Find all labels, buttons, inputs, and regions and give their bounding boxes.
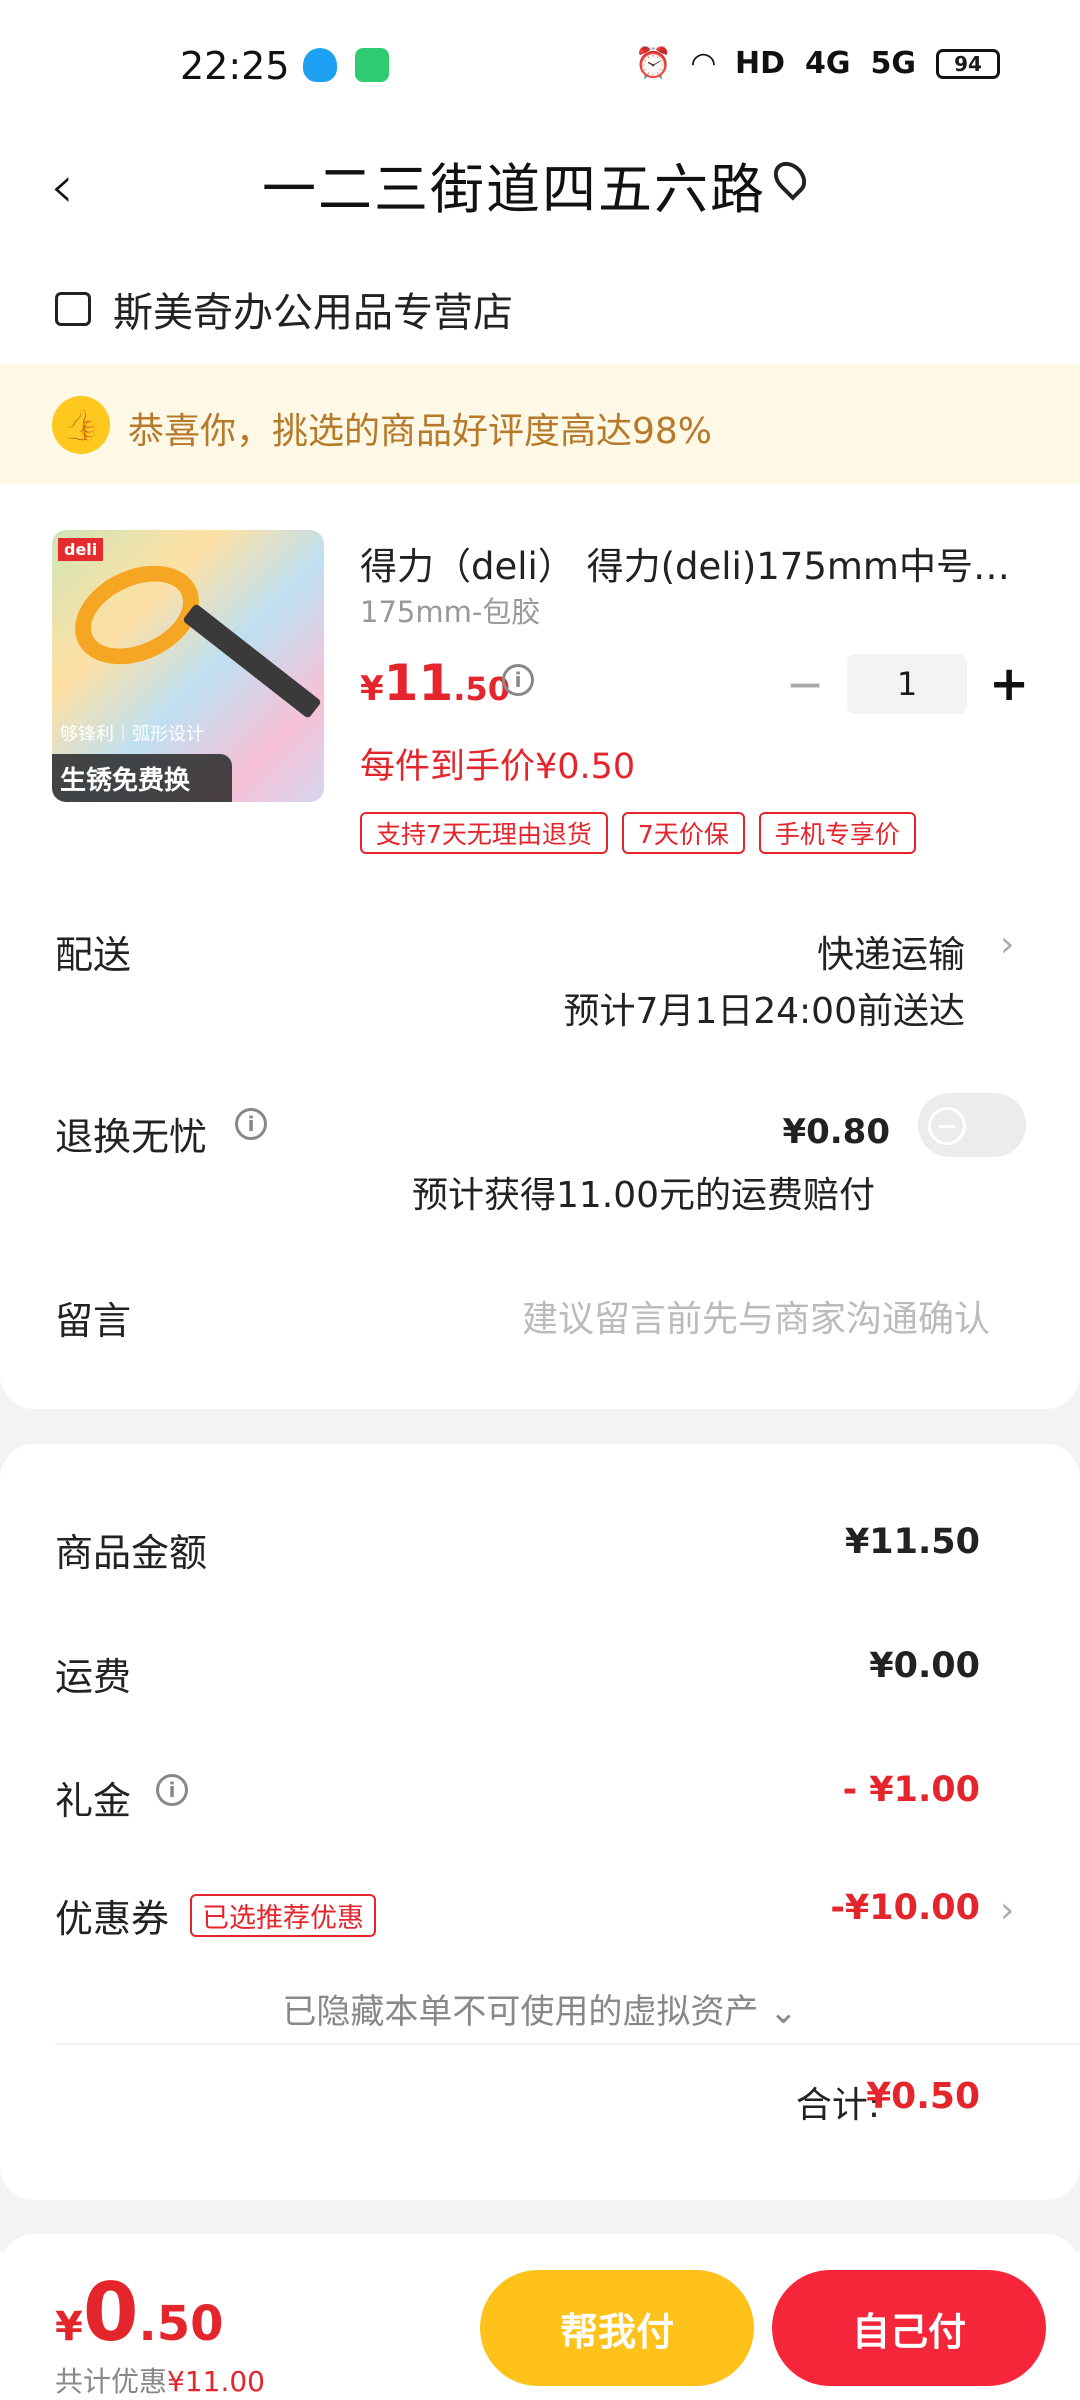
app-icon [355,48,389,82]
gift-money-value: - ¥1.00 [842,1770,980,1810]
discount-note: 共计优惠¥11.00 [55,2360,265,2400]
thumbs-up-icon: 👍 [52,396,110,454]
returns-info-icon[interactable]: i [235,1108,267,1140]
coupon-value[interactable]: -¥10.00 [830,1888,980,1928]
coupon-label: 优惠券 [55,1897,170,1941]
goods-amount-label: 商品金额 [55,1531,208,1575]
gift-money-label: 礼金 [55,1779,132,1823]
address-title[interactable]: 一二三街道四五六路 [262,145,766,224]
shop-icon [55,292,91,326]
wifi-icon: ◠ [691,46,715,81]
shipping-fee-value: ¥0.00 [869,1646,980,1686]
price-int: 11 [383,654,454,712]
returns-note: 预计获得11.00元的运费赔付 [412,1175,876,1216]
summary-card: 商品金额 ¥11.50 运费 ¥0.00 礼金 i - ¥1.00 优惠券 已选… [0,1444,1080,2200]
shop-row[interactable]: 斯美奇办公用品专营店 [55,280,513,338]
quantity-minus-button[interactable]: − [785,657,825,711]
chevron-right-icon[interactable]: › [1000,1890,1014,1931]
coupon-tag: 已选推荐优惠 [190,1894,376,1937]
product-spec: 175mm-包胶 [360,595,541,629]
signal-4g-icon: 4G [805,46,851,81]
goods-amount-value: ¥11.50 [844,1522,980,1562]
alarm-icon: ⏰ [634,46,672,81]
total-value: ¥0.50 [866,2076,980,2117]
price-symbol: ¥ [360,669,384,709]
delivery-label: 配送 [55,933,132,977]
tag-return: 支持7天无理由退货 [360,812,608,854]
returns-toggle[interactable] [918,1093,1026,1157]
per-unit-price: 每件到手价¥0.50 [360,747,636,787]
scissor-blade-shape [182,603,322,719]
delivery-eta: 预计7月1日24:00前送达 [563,991,965,1032]
pay-symbol: ¥ [55,2304,83,2350]
pay-dec: .50 [138,2296,224,2352]
message-input[interactable]: 建议留言前先与商家沟通确认 [522,1290,990,1342]
product-title[interactable]: 得力（deli） 得力(deli)175mm中号剪刀 [360,536,1010,590]
status-bar: 22:25 ⏰ ◠ HD 4G 5G 94 [0,0,1080,130]
status-icons: ⏰ ◠ HD 4G 5G 94 [635,46,1000,81]
discount-prefix: 共计优惠 [55,2365,168,2398]
hidden-assets-toggle[interactable]: 已隐藏本单不可使用的虚拟资产 ⌄ [0,1984,1080,2033]
quantity-field[interactable]: 1 [847,654,967,714]
tag-mobile-price: 手机专享价 [758,812,916,854]
shop-name: 斯美奇办公用品专营店 [113,290,513,336]
signal-5g-icon: 5G [870,46,917,81]
pay-amount: ¥0.50 [55,2266,224,2359]
price-info-icon[interactable]: i [502,664,534,696]
toggle-knob [928,1107,966,1145]
product-price: ¥11.50 [360,654,510,712]
shipping-fee-label: 运费 [55,1655,132,1699]
quantity-stepper: − 1 + [785,654,1029,714]
gift-info-icon[interactable]: i [156,1774,188,1806]
image-banner: 生锈免费换 [52,754,232,802]
tag-price-protect: 7天价保 [621,812,745,854]
divider [55,2043,1080,2045]
battery-icon: 94 [936,48,1000,79]
discount-value: ¥11.00 [167,2365,265,2398]
image-caption: 够锋利｜弧形设计 [60,724,204,745]
status-time: 22:25 [180,44,290,88]
returns-label: 退换无忧 [55,1115,208,1159]
chevron-right-icon[interactable]: › [1000,924,1014,965]
product-tags: 支持7天无理由退货 7天价保 手机专享价 [360,812,916,854]
quantity-plus-button[interactable]: + [989,656,1029,712]
praise-text: 恭喜你，挑选的商品好评度高达98% [128,411,713,452]
message-label: 留言 [55,1299,132,1343]
back-arrow-icon[interactable]: ‹ [50,152,74,222]
product-image[interactable]: deli 够锋利｜弧形设计 生锈免费换 [52,530,324,802]
delivery-method[interactable]: 快递运输 [817,924,965,978]
order-card: 斯美奇办公用品专营店 👍 恭喜你，挑选的商品好评度高达98% deli 够锋利｜… [0,244,1080,1409]
help-me-pay-button[interactable]: 帮我付 [480,2270,754,2386]
brand-logo: deli [58,538,104,561]
checkout-bar: ¥0.50 共计优惠¥11.00 帮我付 自己付 [0,2252,1080,2400]
nav-bar: ‹ 一二三街道四五六路 [0,130,1080,250]
pay-int: 0 [82,2266,139,2359]
praise-banner: 👍 恭喜你，挑选的商品好评度高达98% [0,364,1080,484]
location-pin-icon[interactable] [767,155,813,201]
hd-icon: HD [734,46,785,81]
pay-myself-button[interactable]: 自己付 [772,2270,1046,2386]
qq-icon [303,48,337,82]
returns-price: ¥0.80 [782,1112,890,1152]
